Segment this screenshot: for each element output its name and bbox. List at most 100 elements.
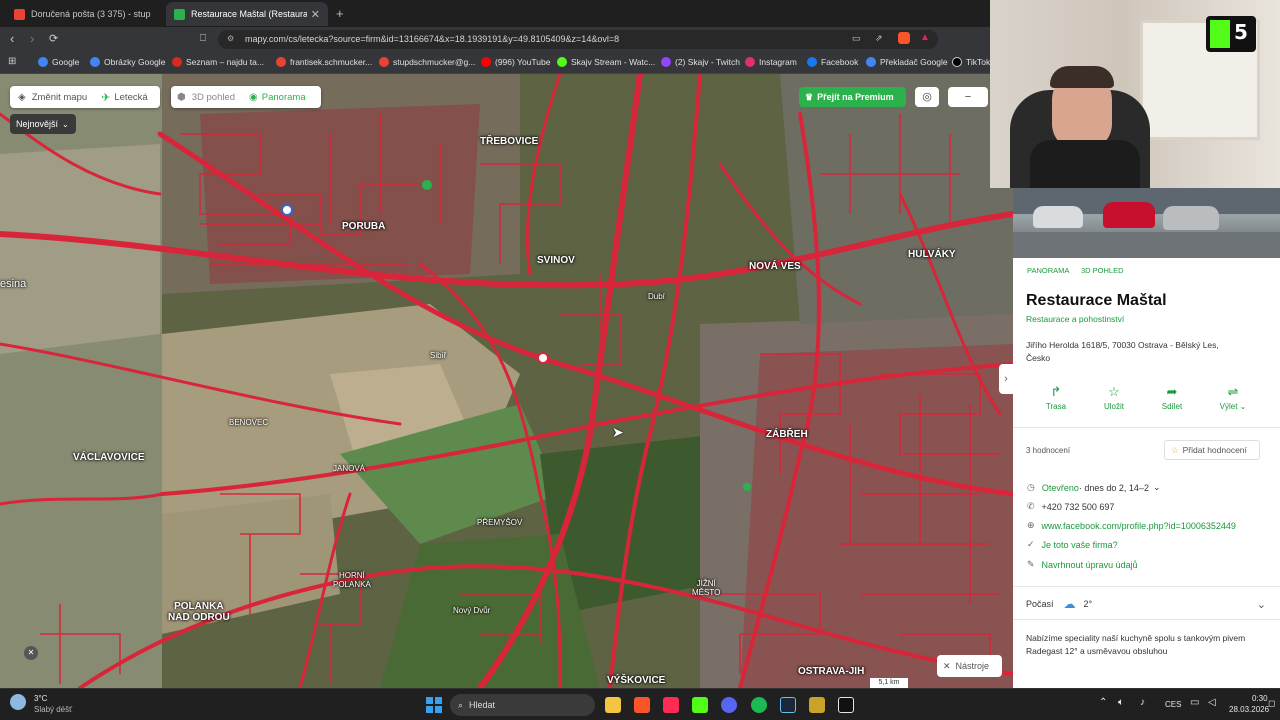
mapy-icon	[174, 8, 185, 20]
place-photo[interactable]	[1013, 188, 1280, 258]
map-label-place: Sibiř	[430, 351, 447, 360]
bookmark-item[interactable]: Instagram	[745, 57, 797, 67]
place-category[interactable]: Restaurace a pohostinství	[1026, 314, 1124, 324]
share-arrow-icon: ➦	[1166, 384, 1178, 399]
share-icon[interactable]: ⇗	[875, 33, 883, 44]
brave-shield-icon[interactable]	[898, 32, 910, 44]
url-text[interactable]: mapy.com/cs/letecka?source=firm&id=13166…	[245, 34, 619, 44]
close-tab-icon[interactable]: ✕	[311, 8, 320, 21]
claim-firm-row[interactable]: ✓ Je toto vaše firma?	[1027, 539, 1118, 550]
bookmark-item[interactable]: frantisek.schmucker...	[276, 57, 372, 67]
map-canvas[interactable]	[0, 74, 1013, 688]
kick-app-icon[interactable]	[692, 697, 708, 713]
add-rating-button[interactable]: ☆ Přidat hodnocení	[1164, 440, 1260, 460]
bookmark-icon[interactable]: ⎕	[200, 33, 206, 44]
route-button[interactable]: ↱ Trasa	[1041, 384, 1071, 411]
back-icon[interactable]: ‹	[10, 31, 14, 46]
discord-icon[interactable]	[721, 697, 737, 713]
tab-mapy[interactable]: Restaurace Maštal (Restaurace a ✕	[166, 2, 328, 26]
file-explorer-icon[interactable]	[605, 697, 621, 713]
bookmark-item[interactable]: Obrázky Google	[90, 57, 165, 67]
view-switcher: ⬢ 3D pohled ◉ Panorama	[171, 86, 321, 108]
save-button[interactable]: ☆ Uložit	[1099, 384, 1129, 411]
weather-widget-desc[interactable]: Slabý déšť	[34, 705, 72, 714]
aerial-button[interactable]: Letecká	[114, 92, 147, 103]
volume-icon[interactable]: ◁	[1208, 697, 1216, 708]
ratings-count[interactable]: 3 hodnocení	[1026, 446, 1070, 455]
website-row[interactable]: ⊕ www.facebook.com/profile.php?id=100063…	[1027, 520, 1236, 531]
collapse-panel-button[interactable]: ›	[999, 364, 1013, 394]
clock-date[interactable]: 28.03.2026	[1229, 705, 1269, 714]
clock-time[interactable]: 0:30	[1252, 694, 1268, 703]
photo-car	[1103, 202, 1155, 228]
new-tab-button[interactable]: +	[336, 6, 344, 21]
obs-icon[interactable]	[838, 697, 854, 713]
tray-overflow-icon[interactable]: ⌃	[1099, 697, 1107, 708]
share-button[interactable]: ➦ Sdílet	[1157, 384, 1187, 411]
bookmark-item[interactable]: Facebook	[807, 57, 858, 67]
weather-row[interactable]: Počasí ☁ 2° ⌄	[1026, 597, 1266, 611]
newest-dropdown[interactable]: Nejnovější ⌄	[10, 114, 76, 134]
panorama-tab[interactable]: PANORAMA	[1027, 266, 1069, 275]
close-icon[interactable]: ✕	[24, 646, 38, 660]
map-label-district: OSTRAVA-JIH	[798, 666, 865, 677]
seznam-icon	[172, 57, 182, 67]
change-map-button[interactable]: Změnit mapu	[32, 92, 87, 103]
bookmark-item[interactable]: TikTok	[952, 57, 990, 67]
phone-row[interactable]: ✆ +420 732 500 697	[1027, 501, 1114, 512]
bookmark-item[interactable]: (996) YouTube	[481, 57, 550, 67]
aerial-map[interactable]: TŘEBOVICE PORUBA SVINOV NOVÁ VES HULVÁKY…	[0, 74, 1013, 688]
speaker-icon[interactable]: 🔈︎	[1118, 697, 1124, 708]
map-label-district: VÝŠKOVICE	[607, 675, 666, 686]
weather-widget-icon[interactable]	[10, 694, 26, 710]
steam-icon[interactable]	[780, 697, 796, 713]
microphone-icon[interactable]: ♪	[1140, 697, 1145, 708]
bookmark-item[interactable]: Google	[38, 57, 79, 67]
locate-icon[interactable]: ◎	[915, 87, 939, 107]
tiktok-app-icon[interactable]	[663, 697, 679, 713]
forward-icon[interactable]: ›	[30, 31, 34, 46]
map-label-district: POLANKA NAD ODROU	[168, 601, 230, 623]
premium-button[interactable]: ♛ Přejít na Premium	[799, 87, 906, 107]
bookmark-item[interactable]: Seznam – najdu ta...	[172, 57, 264, 67]
trip-button[interactable]: ⇌ Výlet ⌄	[1213, 384, 1253, 411]
tab-gmail[interactable]: Doručená pošta (3 375) - stupdschm	[6, 2, 166, 26]
weather-widget-temp[interactable]: 3°C	[34, 694, 47, 703]
hair-image	[1050, 66, 1114, 88]
3d-view-tab[interactable]: 3D POHLED	[1081, 266, 1124, 275]
apps-icon[interactable]: ⊞	[8, 56, 16, 67]
game-launcher-icon[interactable]	[809, 697, 825, 713]
cast-icon[interactable]: ▭	[852, 33, 861, 44]
3d-view-button[interactable]: 3D pohled	[192, 92, 235, 103]
bookmark-item[interactable]: Skajv Stream - Watc...	[557, 57, 655, 67]
cube-icon: ⬢	[177, 91, 186, 103]
bookmark-item[interactable]: stupdschmucker@g...	[379, 57, 475, 67]
notifications-icon[interactable]: ◻	[1268, 698, 1275, 709]
brave-browser-icon[interactable]	[634, 697, 650, 713]
place-detail-panel: PANORAMA 3D POHLED Restaurace Maštal Res…	[1013, 188, 1280, 688]
zoom-out-button[interactable]: −	[948, 87, 988, 107]
website-link[interactable]: www.facebook.com/profile.php?id=10006352…	[1042, 521, 1236, 531]
google-icon	[38, 57, 48, 67]
bookmark-label: stupdschmucker@g...	[393, 57, 476, 67]
suggest-edit-link[interactable]: Navrhnout úpravu údajů	[1042, 560, 1138, 570]
suggest-edit-row[interactable]: ✎ Navrhnout úpravu údajů	[1027, 559, 1138, 570]
reload-icon[interactable]: ⟳	[49, 32, 58, 45]
network-icon[interactable]: ▭	[1190, 697, 1199, 708]
bookmark-item[interactable]: Překladač Google	[866, 57, 948, 67]
star-icon: ☆	[1171, 444, 1179, 455]
spotify-icon[interactable]	[751, 697, 767, 713]
tab-label: Doručená pošta (3 375) - stupdschm	[31, 9, 151, 19]
rewards-icon[interactable]: ▲	[920, 32, 930, 43]
map-scale: 5,1 km	[870, 678, 908, 688]
claim-firm-link[interactable]: Je toto vaše firma?	[1042, 540, 1118, 550]
panorama-button[interactable]: Panorama	[262, 92, 306, 103]
map-label-district: HORNÍ POLANKA	[333, 571, 371, 589]
tools-button[interactable]: ✕ Nástroje	[937, 655, 1002, 677]
bookmark-item[interactable]: (2) Skajv - Twitch	[661, 57, 740, 67]
taskbar-search-box[interactable]: ⌕ Hledat	[450, 694, 595, 716]
site-info-icon[interactable]: ⚙	[227, 34, 234, 43]
language-indicator[interactable]: CES	[1165, 700, 1181, 709]
opening-hours[interactable]: ◷ Otevřeno · dnes do 2, 14–2 ⌄	[1027, 482, 1161, 493]
start-button[interactable]	[426, 697, 442, 713]
